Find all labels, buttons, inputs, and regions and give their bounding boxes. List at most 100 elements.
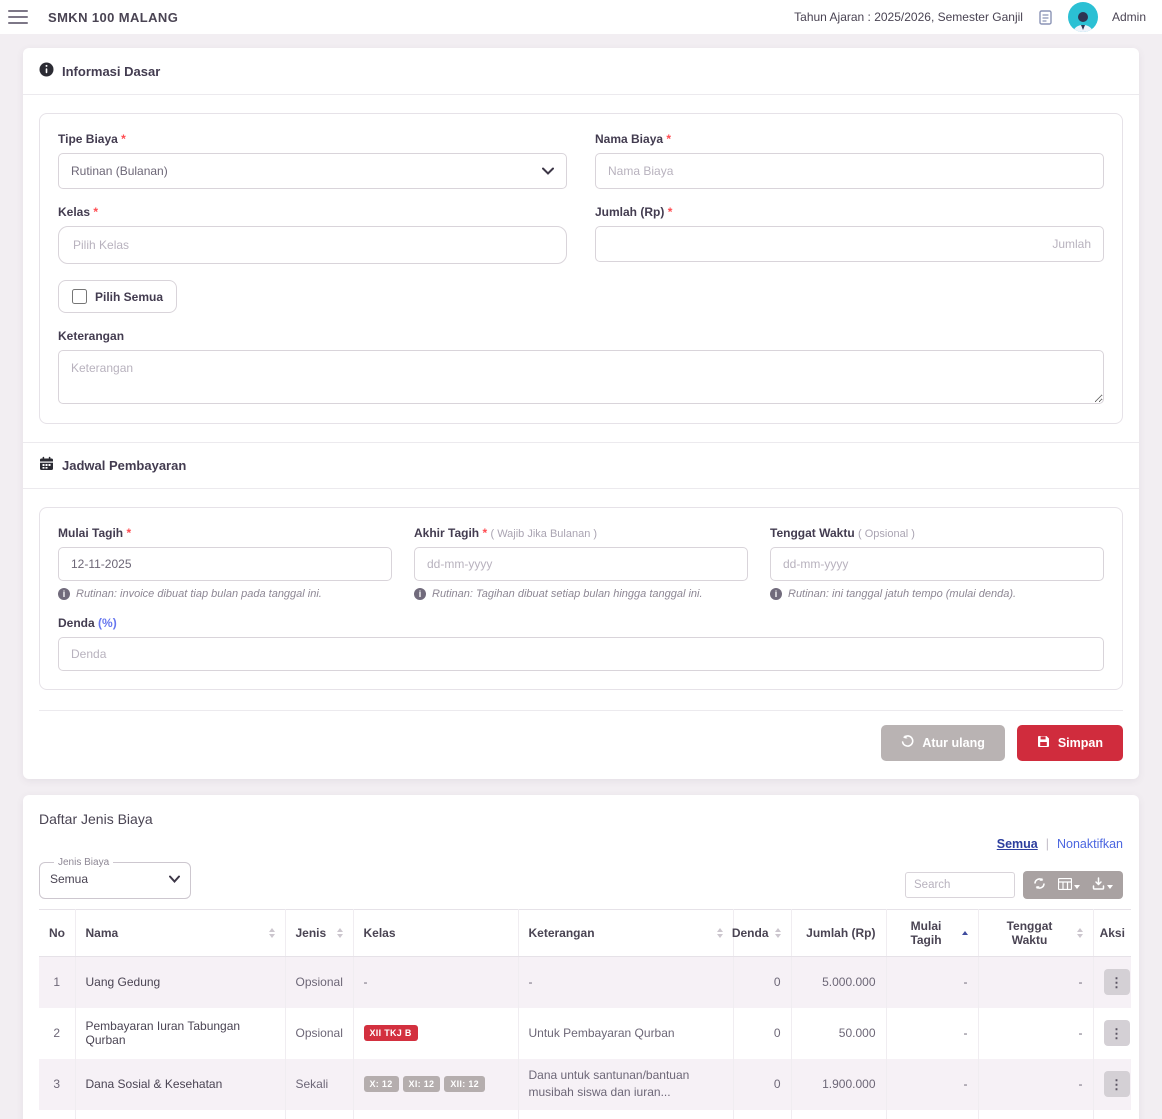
akhir-tagih-field: Akhir Tagih * ( Wajib Jika Bulanan ) i R… bbox=[414, 526, 748, 600]
school-name: SMKN 100 MALANG bbox=[48, 10, 178, 25]
column-header-keterangan[interactable]: Keterangan bbox=[518, 910, 733, 957]
cell-denda: 0 bbox=[733, 1059, 791, 1110]
download-button[interactable] bbox=[1092, 877, 1113, 893]
cell-aksi: ⋮ bbox=[1093, 957, 1131, 1008]
hamburger-icon[interactable] bbox=[8, 6, 28, 28]
cell-no: 4 bbox=[39, 1110, 75, 1119]
column-header-aksi: Aksi bbox=[1093, 910, 1131, 957]
mulai-tagih-input[interactable] bbox=[58, 547, 392, 581]
schedule-section-header: Jadwal Pembayaran bbox=[23, 442, 1139, 489]
column-header-no: No bbox=[39, 910, 75, 957]
pilih-semua-checkbox[interactable]: Pilih Semua bbox=[58, 280, 177, 313]
jumlah-field: Jumlah (Rp) * bbox=[595, 205, 1104, 264]
cell-denda: 0 bbox=[733, 957, 791, 1008]
cell-aksi: ⋮ bbox=[1093, 1110, 1131, 1119]
cell-tenggat-waktu: 30-08-2025 bbox=[978, 1110, 1093, 1119]
filter-inactive-link[interactable]: Nonaktifkan bbox=[1057, 837, 1123, 851]
sort-icon[interactable] bbox=[775, 928, 781, 938]
avatar[interactable] bbox=[1068, 2, 1098, 32]
cell-kelas: X: 12XI: 12XII: 12 bbox=[353, 1059, 518, 1110]
info-circle-icon bbox=[39, 62, 54, 80]
nama-biaya-input[interactable] bbox=[595, 153, 1104, 189]
cell-kelas: XII TKJ B bbox=[353, 1008, 518, 1059]
fee-table: No Nama Jenis Kelas Keterangan Denda Jum… bbox=[39, 909, 1131, 1119]
column-header-tenggat-waktu[interactable]: Tenggat Waktu bbox=[978, 910, 1093, 957]
jenis-biaya-filter-legend: Jenis Biaya bbox=[54, 857, 113, 868]
columns-button[interactable] bbox=[1058, 878, 1080, 893]
column-header-jumlah: Jumlah (Rp) bbox=[791, 910, 886, 957]
row-actions-button[interactable]: ⋮ bbox=[1104, 969, 1130, 995]
calendar-icon bbox=[39, 456, 54, 474]
fee-form-card: Informasi Dasar Tipe Biaya * Rutinan (Bu… bbox=[23, 48, 1139, 779]
tipe-biaya-value: Rutinan (Bulanan) bbox=[71, 164, 168, 178]
cell-nama: Dana Sosial & Kesehatan bbox=[75, 1059, 285, 1110]
undo-icon bbox=[901, 735, 914, 751]
denda-label: Denda (%) bbox=[58, 616, 1104, 630]
sort-icon[interactable] bbox=[1077, 928, 1083, 938]
akhir-tagih-input[interactable] bbox=[414, 547, 748, 581]
cell-jumlah: 40.000 bbox=[791, 1110, 886, 1119]
sort-icon[interactable] bbox=[269, 928, 275, 938]
cell-denda: 0 bbox=[733, 1110, 791, 1119]
pilih-semua-label: Pilih Semua bbox=[95, 290, 163, 304]
kelas-input[interactable] bbox=[58, 226, 567, 264]
cell-nama: UANG PANGKAL bbox=[75, 1110, 285, 1119]
info-dot-icon: i bbox=[770, 588, 782, 600]
row-actions-button[interactable]: ⋮ bbox=[1104, 1020, 1130, 1046]
basic-info-box: Tipe Biaya * Rutinan (Bulanan) Nama Biay… bbox=[39, 113, 1123, 424]
class-badge: XII TKJ B bbox=[364, 1025, 418, 1041]
sort-icon[interactable] bbox=[717, 928, 723, 938]
topbar: SMKN 100 MALANG Tahun Ajaran : 2025/2026… bbox=[0, 0, 1162, 34]
cell-no: 2 bbox=[39, 1008, 75, 1059]
jenis-biaya-filter[interactable]: Jenis Biaya Semua bbox=[39, 857, 191, 899]
mulai-tagih-field: Mulai Tagih * i Rutinan: invoice dibuat … bbox=[58, 526, 392, 600]
cell-mulai-tagih: - bbox=[886, 957, 978, 1008]
reset-button[interactable]: Atur ulang bbox=[881, 725, 1005, 761]
cell-mulai-tagih: 21-08-2025 bbox=[886, 1110, 978, 1119]
sort-asc-icon[interactable] bbox=[962, 931, 968, 935]
filter-all-link[interactable]: Semua bbox=[997, 837, 1038, 851]
cell-jenis: Sekali bbox=[285, 1059, 353, 1110]
keterangan-field: Keterangan bbox=[58, 329, 1104, 407]
info-dot-icon: i bbox=[58, 588, 70, 600]
nama-biaya-field: Nama Biaya * bbox=[595, 132, 1104, 189]
column-header-mulai-tagih[interactable]: Mulai Tagih bbox=[886, 910, 978, 957]
basic-info-section-header: Informasi Dasar bbox=[23, 48, 1139, 95]
column-header-nama[interactable]: Nama bbox=[75, 910, 285, 957]
jumlah-input[interactable] bbox=[595, 226, 1104, 262]
tenggat-waktu-input[interactable] bbox=[770, 547, 1104, 581]
class-badge: X: 12 bbox=[364, 1076, 399, 1092]
column-header-denda[interactable]: Denda bbox=[733, 910, 791, 957]
pilih-semua-checkbox-input[interactable] bbox=[72, 289, 87, 304]
caret-down-icon bbox=[1107, 885, 1113, 889]
cell-kelas: X: 12XI: 12XII: 12 bbox=[353, 1110, 518, 1119]
cell-jenis: Berulang bbox=[285, 1110, 353, 1119]
tipe-biaya-label: Tipe Biaya * bbox=[58, 132, 567, 146]
row-actions-button[interactable]: ⋮ bbox=[1104, 1071, 1130, 1097]
cell-jumlah: 1.900.000 bbox=[791, 1059, 886, 1110]
sort-icon[interactable] bbox=[337, 928, 343, 938]
jumlah-label: Jumlah (Rp) * bbox=[595, 205, 1104, 219]
mulai-tagih-label: Mulai Tagih * bbox=[58, 526, 392, 540]
academic-year-label: Tahun Ajaran : 2025/2026, Semester Ganji… bbox=[794, 10, 1023, 24]
table-row: 2 Pembayaran Iuran Tabungan Qurban Opsio… bbox=[39, 1008, 1131, 1059]
refresh-button[interactable] bbox=[1033, 877, 1046, 893]
academic-year-switch-icon[interactable] bbox=[1037, 9, 1054, 26]
cell-jenis: Opsional bbox=[285, 957, 353, 1008]
tipe-biaya-select[interactable]: Rutinan (Bulanan) bbox=[58, 153, 567, 189]
cell-tenggat-waktu: - bbox=[978, 957, 1093, 1008]
column-header-jenis[interactable]: Jenis bbox=[285, 910, 353, 957]
cell-no: 3 bbox=[39, 1059, 75, 1110]
denda-input[interactable] bbox=[58, 637, 1104, 671]
keterangan-textarea[interactable] bbox=[58, 350, 1104, 404]
filter-separator: | bbox=[1046, 837, 1049, 851]
search-input[interactable] bbox=[905, 872, 1015, 898]
fee-list-card: Daftar Jenis Biaya Semua | Nonaktifkan J… bbox=[23, 795, 1139, 1119]
list-title: Daftar Jenis Biaya bbox=[39, 811, 153, 827]
table-row: 4 UANG PANGKAL Berulang X: 12XI: 12XII: … bbox=[39, 1110, 1131, 1119]
cell-jenis: Opsional bbox=[285, 1008, 353, 1059]
tenggat-waktu-label: Tenggat Waktu ( Opsional ) bbox=[770, 526, 1104, 540]
tipe-biaya-field: Tipe Biaya * Rutinan (Bulanan) bbox=[58, 132, 567, 189]
save-button[interactable]: Simpan bbox=[1017, 725, 1123, 761]
user-name: Admin bbox=[1112, 10, 1146, 24]
